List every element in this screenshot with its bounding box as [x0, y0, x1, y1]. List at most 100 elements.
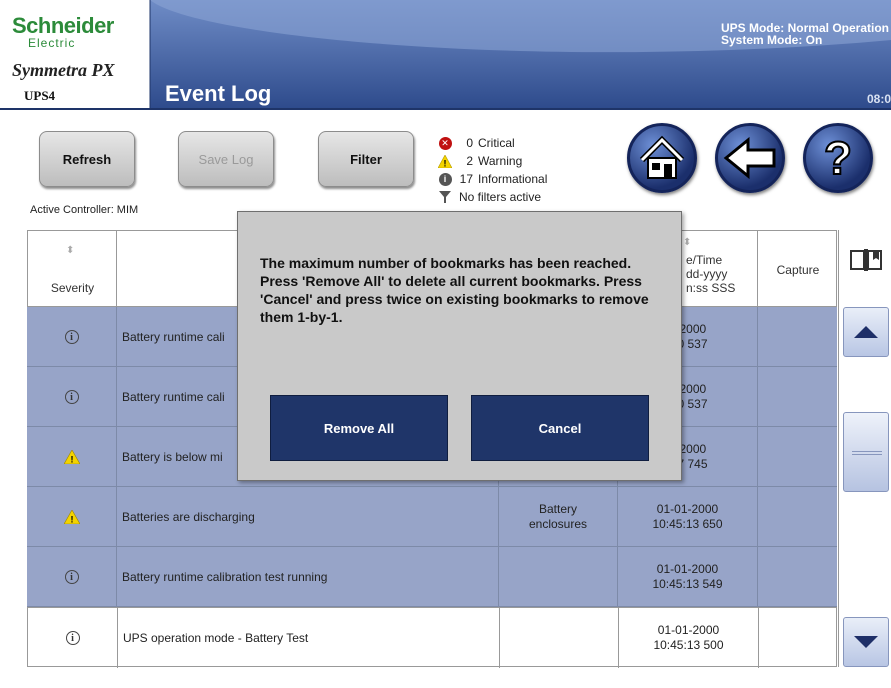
- info-count: 17: [459, 172, 473, 186]
- bookmark-icon[interactable]: [849, 248, 883, 277]
- warning-summary: ! 2 Warning: [437, 152, 547, 170]
- home-button[interactable]: [627, 123, 697, 193]
- product-name: Symmetra PX: [12, 60, 115, 80]
- table-row[interactable]: ! Batteries are discharging Battery enclo…: [27, 487, 837, 547]
- severity-cell: i: [27, 307, 116, 367]
- table-row[interactable]: i Battery runtime calibration test runni…: [27, 547, 837, 607]
- cancel-button[interactable]: Cancel: [471, 395, 649, 461]
- svg-text:!: !: [444, 158, 447, 168]
- info-summary: i 17 Informational: [437, 170, 547, 188]
- dialog-message: The maximum number of bookmarks has been…: [260, 255, 649, 325]
- info-icon: i: [64, 570, 79, 584]
- warning-label: Warning: [478, 154, 523, 168]
- date-text: 01-01-2000: [656, 502, 719, 516]
- severity-header-label: Severity: [50, 281, 95, 295]
- device-name: UPS4: [24, 88, 56, 103]
- filter-status: No filters active: [437, 188, 547, 206]
- help-button[interactable]: ?: [803, 123, 873, 193]
- device-text-line1: Battery: [538, 502, 577, 516]
- critical-icon: ✕: [437, 136, 453, 150]
- header-background: [0, 0, 891, 110]
- capture-cell: [757, 367, 837, 427]
- scrollbar[interactable]: [838, 230, 891, 667]
- clock: 08:0: [866, 92, 891, 106]
- header: Schneider Electric Symmetra PX UPS4 Even…: [0, 0, 891, 110]
- scroll-down-button[interactable]: [843, 617, 889, 667]
- arrow-down-icon: [854, 636, 878, 648]
- refresh-button[interactable]: Refresh: [39, 131, 135, 187]
- warning-icon: !: [63, 450, 80, 465]
- capture-cell: [757, 547, 837, 607]
- bookmark-limit-dialog: The maximum number of bookmarks has been…: [237, 211, 682, 481]
- capture-cell: [757, 427, 837, 487]
- time-text: 10:45:13 549: [652, 577, 723, 591]
- help-icon: ?: [823, 131, 853, 185]
- page-title: Event Log: [165, 81, 272, 106]
- remove-all-button[interactable]: Remove All: [270, 395, 448, 461]
- sort-icon: ⬍: [683, 237, 692, 248]
- svg-text:!: !: [70, 455, 73, 465]
- date-text: 01-01-2000: [656, 562, 719, 576]
- mode-status: UPS Mode: Normal Operation System Mode: …: [721, 22, 889, 46]
- device-cell: [499, 608, 618, 668]
- description-cell: Battery runtime calibration test running: [116, 547, 498, 607]
- back-arrow-icon: [723, 136, 776, 180]
- datetime-header-line3: n:ss SSS: [686, 281, 736, 295]
- description-cell: Batteries are discharging: [116, 487, 498, 547]
- svg-text:!: !: [70, 515, 73, 525]
- date-text: 01-01-2000: [657, 623, 720, 637]
- time-text: 10:45:13 500: [653, 638, 724, 652]
- severity-cell: i: [28, 608, 117, 668]
- critical-label: Critical: [478, 136, 515, 150]
- table-row[interactable]: i UPS operation mode - Battery Test 01-0…: [27, 607, 838, 668]
- critical-count: 0: [466, 136, 473, 150]
- filter-button[interactable]: Filter: [318, 131, 414, 187]
- warning-icon: !: [63, 510, 80, 525]
- event-summary: ✕ 0 Critical ! 2 Warning i 17 Informatio…: [437, 134, 547, 206]
- time-text: 10:45:13 650: [652, 517, 723, 531]
- funnel-icon: [437, 190, 453, 204]
- datetime-cell: 01-01-2000 10:45:13 549: [617, 547, 757, 607]
- arrow-up-icon: [854, 326, 878, 338]
- scroll-thumb[interactable]: [843, 412, 889, 492]
- sort-icon: ⬍: [66, 245, 75, 256]
- datetime-cell: 01-01-2000 10:45:13 650: [617, 487, 757, 547]
- grip-icon: [852, 451, 882, 455]
- capture-cell: [757, 307, 837, 367]
- filter-status-text: No filters active: [459, 190, 542, 204]
- active-controller: Active Controller: MIM: [30, 204, 139, 216]
- system-mode-text: System Mode: On: [720, 33, 823, 47]
- datetime-cell: 01-01-2000 10:45:13 500: [618, 608, 758, 668]
- severity-cell: i: [27, 367, 116, 427]
- info-icon: i: [65, 631, 80, 645]
- device-cell: [498, 547, 617, 607]
- severity-cell: !: [27, 487, 116, 547]
- capture-cell: [757, 487, 837, 547]
- app-window: Schneider Electric Symmetra PX UPS4 Even…: [0, 0, 891, 688]
- critical-summary: ✕ 0 Critical: [437, 134, 547, 152]
- severity-column-header[interactable]: ⬍ Severity: [28, 231, 117, 308]
- datetime-header-line1: e/Time: [686, 253, 723, 267]
- svg-text:?: ?: [824, 132, 852, 184]
- severity-cell: i: [27, 547, 116, 607]
- capture-header-label: Capture: [776, 263, 820, 277]
- capture-column-header[interactable]: Capture: [758, 231, 838, 308]
- home-icon: [639, 135, 685, 179]
- brand-logo: Schneider: [12, 13, 114, 38]
- severity-cell: !: [27, 427, 116, 487]
- capture-cell: [758, 608, 838, 668]
- info-icon: i: [64, 330, 79, 344]
- info-label: Informational: [478, 172, 548, 186]
- brand-sub-logo: Electric: [28, 36, 76, 50]
- warning-icon: !: [437, 154, 453, 168]
- description-cell: UPS operation mode - Battery Test: [117, 608, 499, 668]
- warning-count: 2: [466, 154, 473, 168]
- info-icon: i: [437, 172, 453, 186]
- datetime-header-line2: dd-yyyy: [686, 267, 728, 281]
- device-cell: Battery enclosures: [498, 487, 617, 547]
- save-log-button[interactable]: Save Log: [178, 131, 274, 187]
- scroll-up-button[interactable]: [843, 307, 889, 357]
- device-text-line2: enclosures: [528, 517, 588, 531]
- info-icon: i: [64, 390, 79, 404]
- back-button[interactable]: [715, 123, 785, 193]
